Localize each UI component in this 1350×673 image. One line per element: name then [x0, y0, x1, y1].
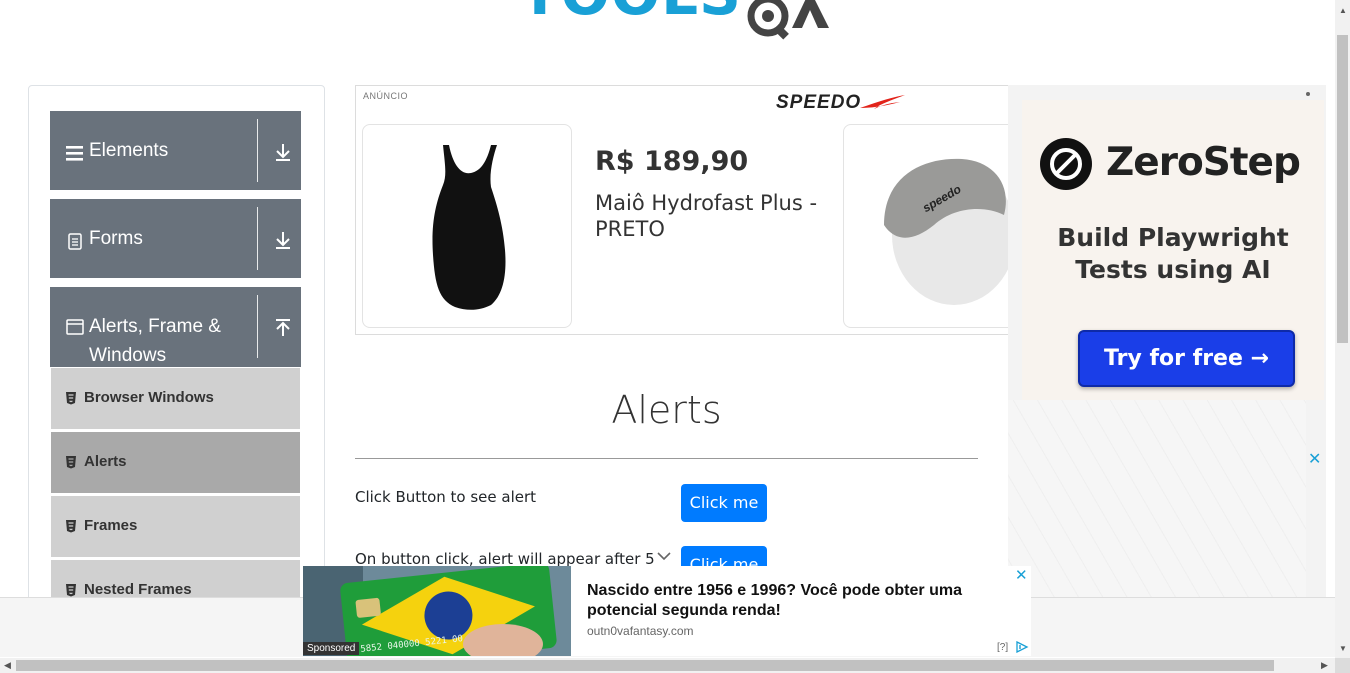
window-icon — [66, 319, 84, 335]
download-arrow-icon[interactable] — [272, 229, 294, 251]
ad-help-link[interactable]: [?] — [997, 642, 1008, 653]
sidebar-item-label: Alerts — [84, 453, 127, 470]
alert-button[interactable]: Click me — [681, 484, 767, 522]
download-arrow-icon[interactable] — [272, 141, 294, 163]
group-label-line2: Windows — [89, 345, 167, 366]
scroll-right-icon[interactable]: ▶ — [1321, 660, 1328, 671]
adchoices-icon[interactable] — [1015, 641, 1029, 653]
chevron-down-icon[interactable] — [657, 551, 671, 561]
swim-cap-image: speedo — [884, 158, 1016, 305]
close-icon[interactable]: ✕ — [1308, 449, 1321, 469]
group-elements[interactable]: Elements — [50, 111, 301, 190]
horizontal-scrollbar[interactable]: ◀ ▶ — [0, 658, 1335, 673]
ad-tag: ANÚNCIO — [363, 91, 409, 101]
group-forms[interactable]: Forms — [50, 199, 301, 278]
sidebar-item-alerts[interactable]: Alerts — [51, 431, 300, 493]
ad-background-pattern — [1008, 400, 1306, 600]
toolsqa-logo[interactable]: TOOLS — [520, 0, 840, 50]
scroll-down-icon[interactable]: ▼ — [1339, 644, 1347, 653]
logo-graphic: TOOLS — [520, 0, 829, 40]
html5-icon — [66, 456, 76, 469]
alert-row-label: Click Button to see alert — [355, 488, 537, 506]
zerostep-tagline: Build Playwright Tests using AI — [1022, 222, 1324, 286]
upload-arrow-icon[interactable] — [272, 317, 294, 339]
tagline-line2: Tests using AI — [1075, 255, 1271, 284]
group-divider — [257, 207, 258, 270]
page-title: Alerts — [611, 388, 722, 432]
speedo-ad-banner[interactable]: ANÚNCIO SPEEDO R$ 189,90 Maiô Hydrofast … — [355, 85, 1025, 335]
vertical-scroll-thumb[interactable] — [1337, 35, 1348, 343]
sponsored-label: Sponsored — [303, 642, 360, 655]
group-divider — [257, 119, 258, 182]
product-name[interactable]: Maiô Hydrofast Plus - PRETO — [595, 190, 825, 242]
zerostep-logo-icon — [1040, 138, 1092, 190]
scroll-up-icon[interactable]: ▲ — [1339, 6, 1347, 15]
group-divider — [257, 295, 258, 358]
group-alerts-frame-windows[interactable]: Alerts, Frame & Windows — [50, 287, 301, 367]
zerostep-ad-panel: ZeroStep Build Playwright Tests using AI… — [1022, 100, 1324, 400]
credit-card-image: 5852 040000 5221 00 Sponsored — [303, 566, 571, 656]
html5-icon — [66, 392, 76, 405]
horizontal-scroll-thumb[interactable] — [16, 660, 1274, 671]
ad-url[interactable]: outn0vafantasy.com — [587, 624, 694, 638]
tagline-line1: Build Playwright — [1057, 223, 1289, 252]
product-price: R$ 189,90 — [595, 146, 749, 177]
group-label: Forms — [89, 228, 143, 249]
sidebar-item-label: Browser Windows — [84, 389, 214, 406]
product-card-swim-cap[interactable]: speedo — [843, 124, 1024, 328]
title-divider — [355, 458, 978, 459]
document-icon — [68, 233, 82, 250]
svg-text:TOOLS: TOOLS — [520, 0, 742, 28]
swimsuit-image — [432, 145, 506, 310]
zerostep-brand: ZeroStep — [1106, 140, 1301, 185]
ad-options-dot[interactable] — [1306, 92, 1310, 96]
speedo-logo[interactable]: SPEEDO — [776, 92, 861, 114]
scroll-left-icon[interactable]: ◀ — [4, 660, 11, 671]
close-icon[interactable]: ✕ — [1015, 566, 1028, 584]
hamburger-icon — [66, 146, 83, 161]
speedo-swoosh-icon — [860, 95, 905, 109]
group-label: Alerts, Frame & — [89, 316, 221, 337]
sidebar-item-label: Frames — [84, 517, 138, 534]
ad-headline[interactable]: Nascido entre 1956 e 1996? Você pode obt… — [587, 581, 987, 621]
bottom-sponsored-ad[interactable]: 5852 040000 5221 00 Sponsored Nascido en… — [303, 566, 1031, 656]
try-for-free-button[interactable]: Try for free → — [1078, 330, 1295, 387]
html5-icon — [66, 584, 76, 597]
product-card-swimsuit[interactable] — [362, 124, 572, 328]
left-panel: Elements Forms Alerts, Frame & Windows B… — [28, 85, 325, 625]
zerostep-ad[interactable]: ZeroStep Build Playwright Tests using AI… — [1008, 85, 1326, 600]
sidebar-item-frames[interactable]: Frames — [51, 495, 300, 557]
sidebar-item-label: Nested Frames — [84, 581, 192, 598]
page: TOOLS Elements Forms — [0, 0, 1350, 673]
scrollbar-corner — [1335, 658, 1350, 673]
sidebar-item-browser-windows[interactable]: Browser Windows — [51, 367, 300, 429]
html5-icon — [66, 520, 76, 533]
group-label: Elements — [89, 140, 169, 161]
vertical-scrollbar[interactable]: ▲ ▼ — [1335, 0, 1350, 658]
